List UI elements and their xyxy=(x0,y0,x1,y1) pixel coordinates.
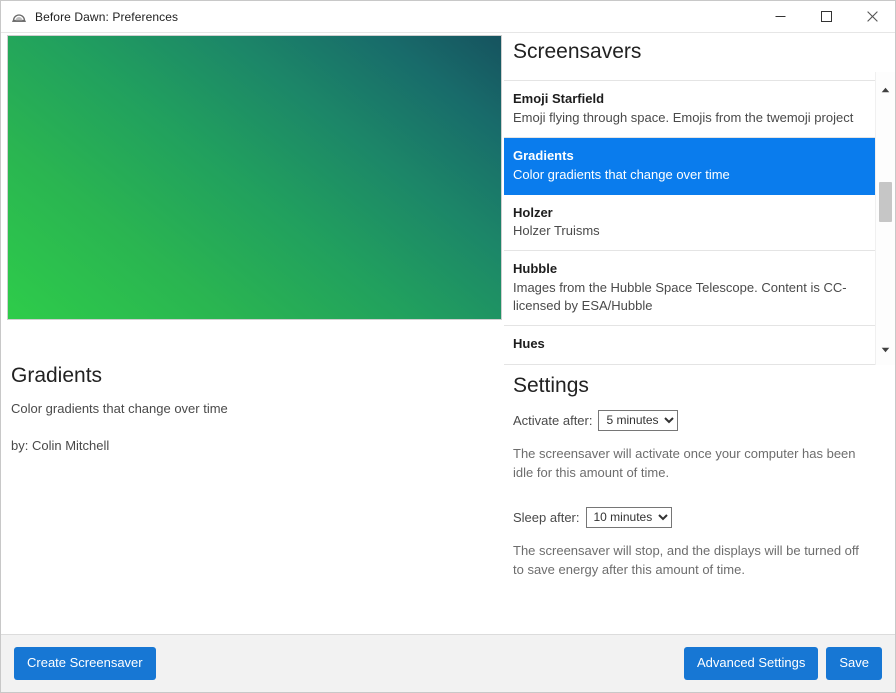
footer-toolbar: Create Screensaver Advanced Settings Sav… xyxy=(1,634,895,692)
list-item-name: Hubble xyxy=(513,261,558,277)
list-item[interactable]: Holzer Holzer Truisms xyxy=(504,195,876,252)
minimize-icon xyxy=(775,16,785,17)
preferences-window: Before Dawn: Preferences Gradients Color… xyxy=(0,0,896,693)
screensaver-list-items: A nice emoji-powered fireplace Emoji Sta… xyxy=(504,72,876,365)
scroll-down-icon[interactable] xyxy=(876,340,895,359)
window-title: Before Dawn: Preferences xyxy=(35,9,179,24)
screensaver-preview[interactable] xyxy=(7,35,502,320)
sleep-after-select[interactable]: 10 minutes xyxy=(585,506,672,528)
list-item[interactable]: Emoji Starfield Emoji flying through spa… xyxy=(504,81,876,139)
list-item[interactable]: Hues xyxy=(504,326,876,365)
list-item-name: Holzer xyxy=(513,204,553,220)
dawn-dome-icon xyxy=(11,9,27,25)
detail-author: by: Colin Mitchell xyxy=(11,437,110,453)
scrollbar-thumb[interactable] xyxy=(879,182,892,223)
list-item-description: Holzer Truisms xyxy=(513,223,600,239)
close-button[interactable] xyxy=(849,1,895,32)
title-bar-left: Before Dawn: Preferences xyxy=(1,9,178,25)
detail-description: Color gradients that change over time xyxy=(11,401,228,417)
settings-panel: Settings Activate after: 5 minutes The s… xyxy=(504,365,895,603)
screensavers-header: Screensavers xyxy=(513,40,642,63)
window-controls xyxy=(757,1,895,32)
screensaver-detail: Gradients Color gradients that change ov… xyxy=(1,320,504,455)
list-item-description: Images from the Hubble Space Telescope. … xyxy=(513,280,847,314)
sleep-after-help: The screensaver will stop, and the displ… xyxy=(513,542,859,577)
list-item-name: Hues xyxy=(513,336,545,352)
screensaver-list: A nice emoji-powered fireplace Emoji Sta… xyxy=(504,71,895,366)
minimize-button[interactable] xyxy=(757,1,803,32)
list-item-name: Emoji Starfield xyxy=(513,91,605,107)
list-scrollbar[interactable] xyxy=(875,72,895,366)
maximize-button[interactable] xyxy=(803,1,849,32)
list-item[interactable]: A nice emoji-powered fireplace xyxy=(504,72,876,82)
maximize-icon xyxy=(820,11,832,22)
close-icon xyxy=(866,11,878,22)
advanced-settings-button[interactable]: Advanced Settings xyxy=(683,646,819,681)
settings-header: Settings xyxy=(513,374,589,398)
sleep-after-row: Sleep after: 10 minutes xyxy=(513,506,885,528)
detail-title: Gradients xyxy=(11,364,103,387)
list-item-selected[interactable]: Gradients Color gradients that change ov… xyxy=(504,138,876,195)
list-item[interactable]: Hubble Images from the Hubble Space Tele… xyxy=(504,251,876,327)
sleep-after-label: Sleep after: xyxy=(513,509,580,525)
title-bar: Before Dawn: Preferences xyxy=(1,1,895,33)
scroll-up-icon[interactable] xyxy=(876,80,895,99)
preview-container xyxy=(1,33,504,320)
activate-after-select[interactable]: 5 minutes xyxy=(598,410,679,432)
activate-after-label: Activate after: xyxy=(513,413,593,429)
save-button[interactable]: Save xyxy=(826,646,882,681)
left-column: Gradients Color gradients that change ov… xyxy=(1,33,504,634)
main-content: Gradients Color gradients that change ov… xyxy=(1,33,895,634)
list-item-name: Gradients xyxy=(513,148,574,164)
right-column: Screensavers A nice emoji-powered firepl… xyxy=(504,33,895,634)
create-screensaver-button[interactable]: Create Screensaver xyxy=(14,646,156,681)
list-item-description: Emoji flying through space. Emojis from … xyxy=(513,109,854,125)
activate-after-help: The screensaver will activate once your … xyxy=(513,446,856,481)
activate-after-row: Activate after: 5 minutes xyxy=(513,410,885,432)
list-item-description: Color gradients that change over time xyxy=(513,166,730,182)
